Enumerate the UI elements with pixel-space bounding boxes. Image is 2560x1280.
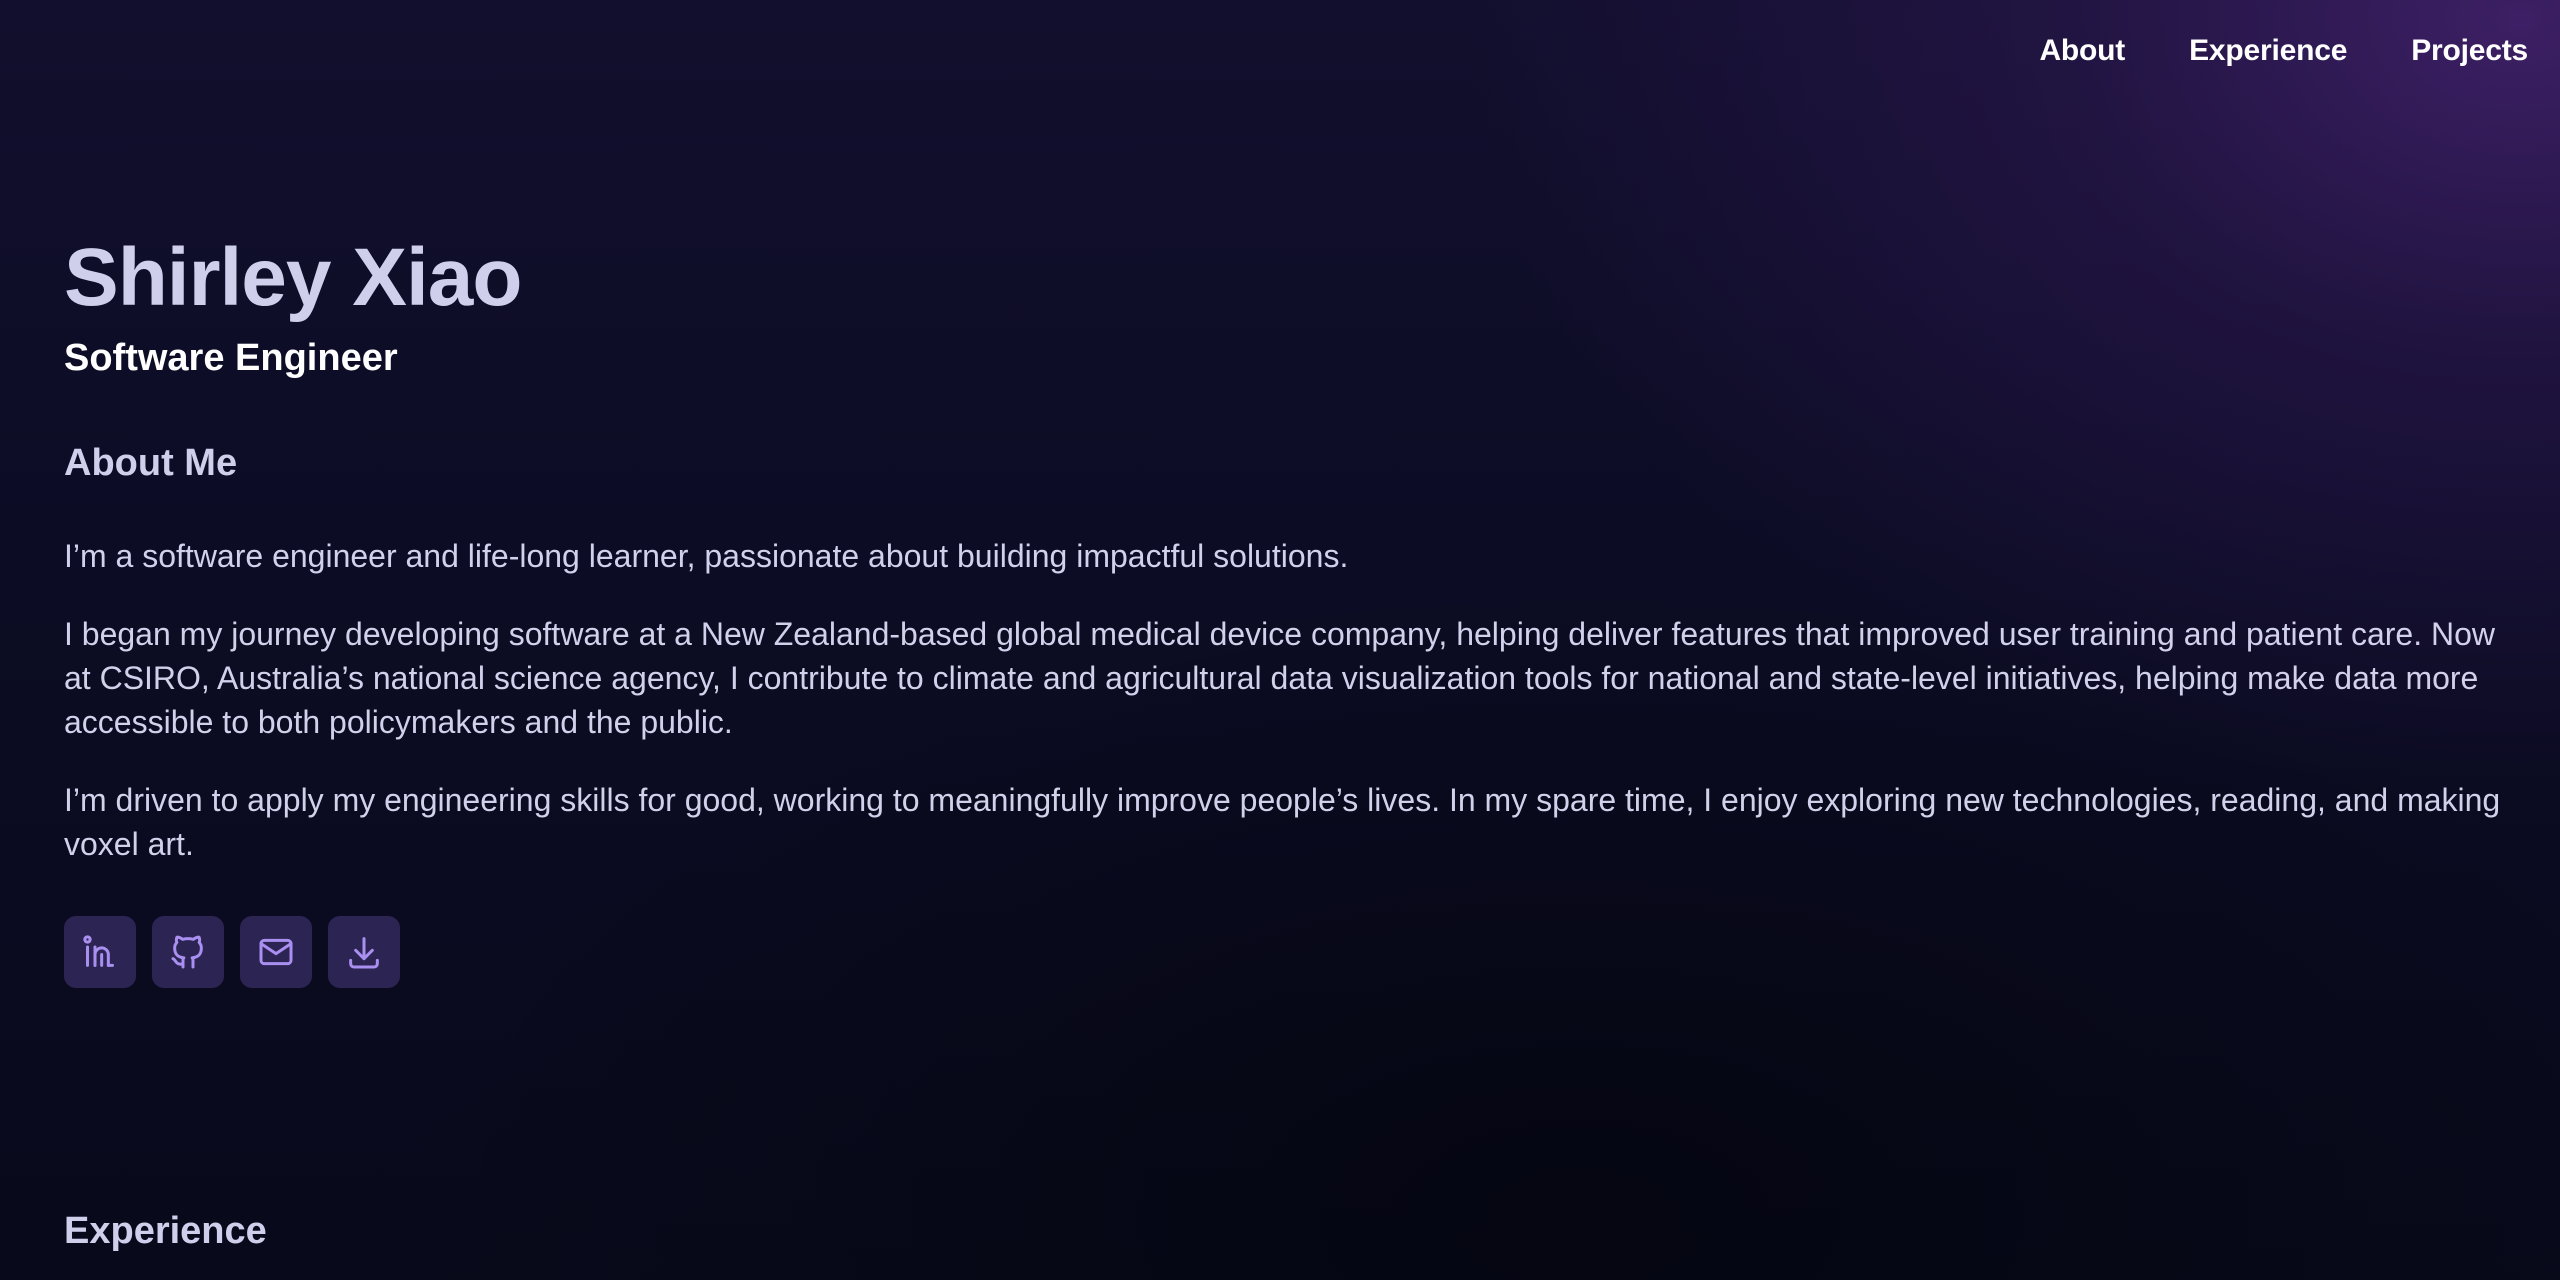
experience-heading: Experience — [64, 1210, 267, 1252]
linkedin-icon — [83, 935, 114, 967]
mail-icon — [259, 938, 293, 966]
download-icon — [349, 937, 379, 969]
download-resume-button[interactable] — [328, 916, 400, 988]
nav-link-experience[interactable]: Experience — [2189, 34, 2347, 68]
about-paragraph: I began my journey developing software a… — [64, 616, 2496, 740]
social-links — [64, 916, 400, 988]
github-icon — [171, 935, 203, 969]
about-paragraph: I’m a software engineer and life-long le… — [64, 538, 1349, 574]
top-nav: About Experience Projects — [2039, 34, 2528, 68]
github-button[interactable] — [152, 916, 224, 988]
about-body: I’m a software engineer and life-long le… — [64, 534, 2504, 900]
about-paragraph: I’m driven to apply my engineering skill… — [64, 782, 2501, 862]
email-button[interactable] — [240, 916, 312, 988]
about-heading: About Me — [64, 442, 238, 484]
profile-name: Shirley Xiao — [64, 232, 522, 323]
nav-link-about[interactable]: About — [2039, 34, 2125, 68]
nav-link-projects[interactable]: Projects — [2411, 34, 2528, 68]
linkedin-button[interactable] — [64, 916, 136, 988]
profile-role: Software Engineer — [64, 337, 398, 379]
